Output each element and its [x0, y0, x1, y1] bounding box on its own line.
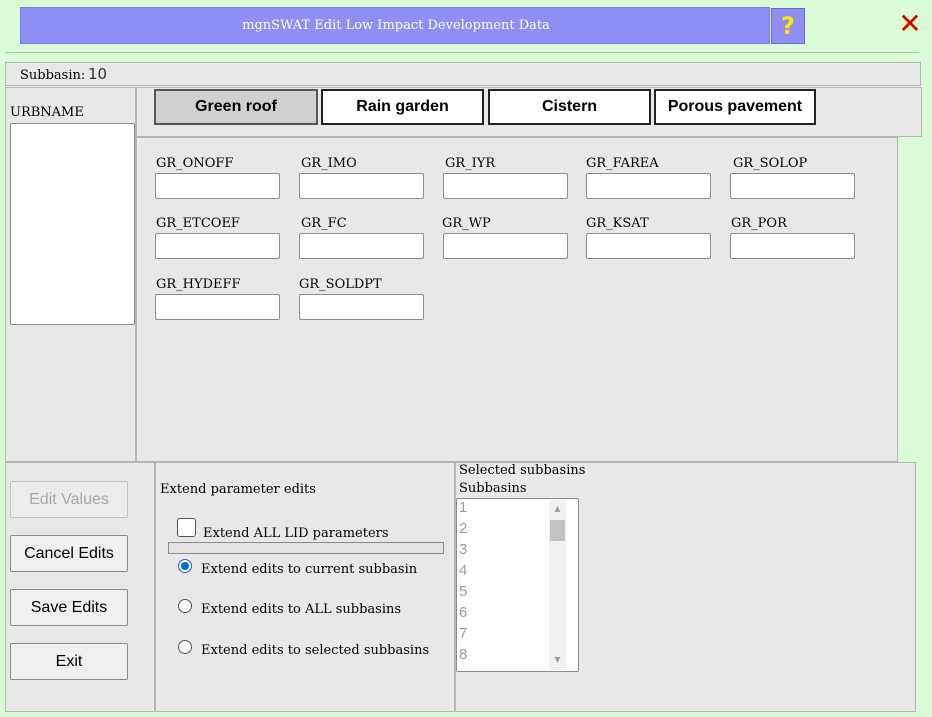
param-label-gr-ksat: GR_KSAT	[586, 216, 649, 231]
param-label-gr-por: GR_POR	[731, 216, 787, 231]
extend-all-lid-label: Extend ALL LID parameters	[203, 526, 389, 541]
list-item[interactable]: 8	[459, 646, 467, 663]
radio-current-subbasin[interactable]	[178, 559, 192, 573]
gr-imo-field[interactable]	[299, 173, 424, 199]
subbasin-value: 10	[88, 65, 108, 83]
gr-farea-field[interactable]	[586, 173, 711, 199]
scroll-down-icon[interactable]: ▼	[549, 655, 566, 664]
gr-hydeff-field[interactable]	[155, 294, 280, 320]
param-label-gr-etcoef: GR_ETCOEF	[156, 216, 240, 231]
exit-button[interactable]: Exit	[10, 643, 128, 680]
window-title: mgnSWAT Edit Low Impact Development Data	[242, 18, 550, 33]
edit-values-button[interactable]: Edit Values	[10, 481, 128, 518]
radio-selected-label: Extend edits to selected subbasins	[201, 643, 430, 658]
tab-green-roof[interactable]: Green roof	[154, 89, 318, 125]
gr-etcoef-field[interactable]	[155, 233, 280, 259]
urbname-panel: URBNAME	[5, 87, 136, 462]
action-buttons-panel: Edit Values Cancel Edits Save Edits Exit	[5, 462, 155, 712]
gr-ksat-field[interactable]	[586, 233, 711, 259]
urbname-list[interactable]	[10, 123, 135, 325]
scroll-up-icon[interactable]: ▲	[549, 504, 566, 513]
radio-all-label: Extend edits to ALL subbasins	[201, 602, 402, 617]
gr-fc-field[interactable]	[299, 233, 424, 259]
subbasin-bar: Subbasin: 10	[5, 62, 921, 86]
list-item[interactable]: 4	[459, 562, 467, 579]
param-label-gr-imo: GR_IMO	[301, 156, 357, 171]
gr-por-field[interactable]	[730, 233, 855, 259]
save-edits-button[interactable]: Save Edits	[10, 589, 128, 626]
gr-onoff-field[interactable]	[155, 173, 280, 199]
list-item[interactable]: 5	[459, 583, 467, 600]
tab-cistern[interactable]: Cistern	[488, 89, 651, 125]
list-item[interactable]: 1	[459, 499, 467, 516]
param-label-gr-hydeff: GR_HYDEFF	[156, 277, 241, 292]
radio-selected-subbasins[interactable]	[178, 640, 192, 654]
gr-soldpt-field[interactable]	[299, 294, 424, 320]
param-label-gr-fc: GR_FC	[301, 216, 347, 231]
param-label-gr-onoff: GR_ONOFF	[156, 156, 234, 171]
divider	[5, 52, 919, 53]
subbasins-list[interactable]: 1 2 3 4 5 6 7 8 ▲ ▼	[456, 498, 579, 672]
gr-wp-field[interactable]	[443, 233, 568, 259]
extend-all-lid-checkbox[interactable]	[177, 518, 196, 537]
cancel-edits-button[interactable]: Cancel Edits	[10, 535, 128, 572]
tab-porous-pavement[interactable]: Porous pavement	[654, 89, 816, 125]
close-icon[interactable]: ✕	[897, 9, 923, 39]
scroll-thumb[interactable]	[550, 520, 565, 541]
list-item[interactable]: 6	[459, 604, 467, 621]
selected-subbasins-title: Selected subbasins	[459, 463, 586, 478]
param-label-gr-wp: GR_WP	[442, 216, 491, 231]
parameters-panel: GR_ONOFF GR_IMO GR_IYR GR_FAREA GR_SOLOP…	[136, 137, 898, 462]
list-item[interactable]: 7	[459, 625, 467, 642]
lid-tabs: Green roof Rain garden Cistern Porous pa…	[136, 87, 922, 137]
radio-all-subbasins[interactable]	[178, 599, 192, 613]
radio-current-label: Extend edits to current subbasin	[201, 562, 418, 577]
tab-rain-garden[interactable]: Rain garden	[321, 89, 484, 125]
param-label-gr-farea: GR_FAREA	[586, 156, 659, 171]
param-label-gr-soldpt: GR_SOLDPT	[299, 277, 382, 292]
param-label-gr-iyr: GR_IYR	[445, 156, 496, 171]
help-button[interactable]: ?	[771, 8, 805, 44]
subbasins-list-label: Subbasins	[459, 481, 527, 496]
extend-progress-bar	[168, 542, 444, 554]
list-scrollbar[interactable]: ▲ ▼	[549, 500, 566, 670]
extend-edits-panel: Extend parameter edits Extend ALL LID pa…	[155, 462, 455, 712]
selected-subbasins-panel: Selected subbasins Subbasins 1 2 3 4 5 6…	[455, 462, 916, 712]
list-item[interactable]: 2	[459, 520, 467, 537]
list-item[interactable]: 3	[459, 541, 467, 558]
gr-solop-field[interactable]	[730, 173, 855, 199]
title-bar: mgnSWAT Edit Low Impact Development Data	[20, 7, 770, 44]
param-label-gr-solop: GR_SOLOP	[733, 156, 808, 171]
urbname-label: URBNAME	[10, 105, 84, 120]
subbasin-label: Subbasin:	[20, 68, 86, 83]
gr-iyr-field[interactable]	[443, 173, 568, 199]
extend-title: Extend parameter edits	[160, 482, 316, 497]
